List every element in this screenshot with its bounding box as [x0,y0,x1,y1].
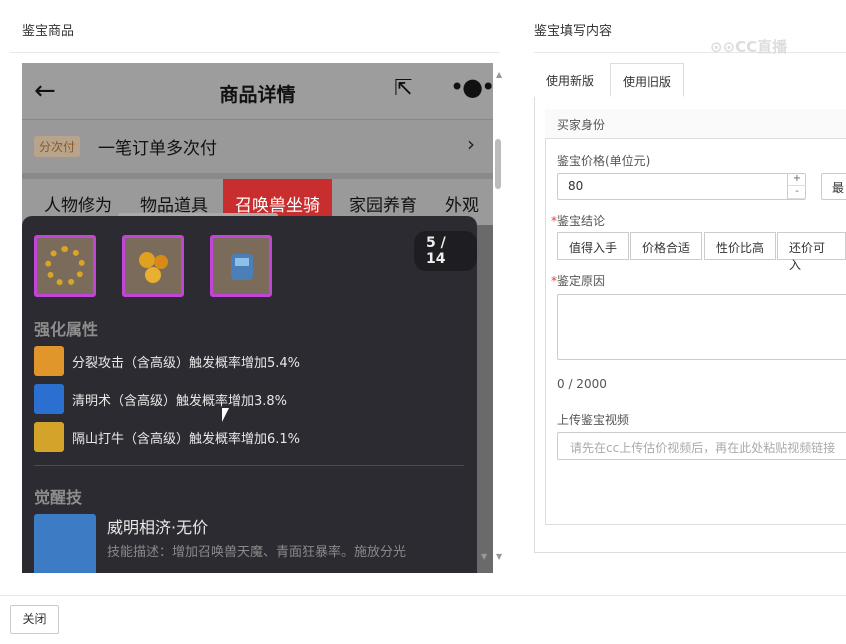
installment-badge: 分次付 [34,136,81,157]
fire-claw-icon [34,346,64,376]
installment-pay-row[interactable]: 分次付 一笔订单多次付 › [22,119,493,173]
reason-label: *鉴定原因 [551,274,606,288]
tab-new-version[interactable]: 使用新版 [534,63,606,97]
golden-bells-icon [139,252,168,283]
conclusion-label: *鉴宝结论 [551,214,606,228]
skill-portrait-icon [34,514,96,573]
buyer-identity-header: 买家身份 [545,109,846,139]
tab-home[interactable]: 家园养育 [349,191,417,216]
skill-name: 威明相济·无价 [107,518,209,537]
decrement-button[interactable]: - [788,186,806,199]
phone-topbar: ← 商品详情 ⇱ •●• [22,63,493,119]
price-label: 鉴宝价格(单位元) [557,154,651,168]
attribute-text: 隔山打牛（含高级）触发概率增加6.1% [72,432,301,447]
tab-character[interactable]: 人物修为 [44,191,112,216]
video-link-input[interactable]: 请先在cc上传估价视频后，再在此处粘贴视频链接 [557,432,846,460]
blue-orb-icon [34,384,64,414]
more-icon[interactable]: •●• [450,73,493,101]
video-label: 上传鉴宝视频 [557,413,630,427]
conclusion-option[interactable]: 值得入手 [557,232,630,260]
watermark: ⊙⊙CC直播 [710,38,788,56]
right-title-divider [534,52,846,53]
conclusion-option[interactable]: 还价可入 [777,232,846,272]
mouse-cursor-icon [222,408,229,422]
price-input[interactable]: 80 [557,173,806,200]
pet-detail-panel: 5 / 14 强化属性 分裂攻击（含高级）触发概率增加5.4% 清明术（含高级）… [22,216,477,573]
scroll-down-icon[interactable]: ▼ [481,552,487,561]
reason-textarea[interactable] [557,294,846,360]
conclusion-option[interactable]: 性价比高 [704,232,777,260]
right-section-title: 鉴宝填写内容 [534,24,613,39]
tab-old-version[interactable]: 使用旧版 [610,63,685,97]
char-counter: 0 / 2000 [557,377,607,391]
scroll-up-icon[interactable]: ▲ [496,70,502,79]
max-button[interactable]: 最 [821,173,846,200]
awaken-heading: 觉醒技 [34,488,83,507]
footer-divider [0,595,846,596]
share-icon[interactable]: ⇱ [394,76,412,101]
price-stepper[interactable]: + - [787,173,806,200]
attribute-text: 清明术（含高级）触发概率增加3.8% [72,394,288,409]
skill-description: 技能描述：增加召唤兽天魔、青面狂暴率。施放分光 [107,545,407,560]
tab-appearance[interactable]: 外观 [445,191,479,216]
golden-strike-icon [34,422,64,452]
armor-icon [231,254,253,280]
chevron-right-icon: › [467,132,475,156]
conclusion-option[interactable]: 价格合适 [630,232,703,260]
left-title-divider [10,52,500,53]
panel-divider [34,465,464,466]
increment-button[interactable]: + [788,173,806,186]
equipment-slot-1[interactable] [34,235,96,297]
preview-scroll-thumb[interactable] [495,139,501,189]
installment-text: 一笔订单多次付 [98,139,217,159]
gold-ring-icon [45,246,85,286]
page-title: 商品详情 [219,84,296,106]
close-button[interactable]: 关闭 [10,605,59,634]
equipment-slot-2[interactable] [122,235,184,297]
enhance-heading: 强化属性 [34,320,99,339]
image-pager: 5 / 14 [414,231,477,271]
equipment-slot-3[interactable] [210,235,272,297]
attribute-text: 分裂攻击（含高级）触发概率增加5.4% [72,356,301,371]
left-section-title: 鉴宝商品 [22,24,75,39]
scroll-down-icon[interactable]: ▼ [496,552,502,561]
